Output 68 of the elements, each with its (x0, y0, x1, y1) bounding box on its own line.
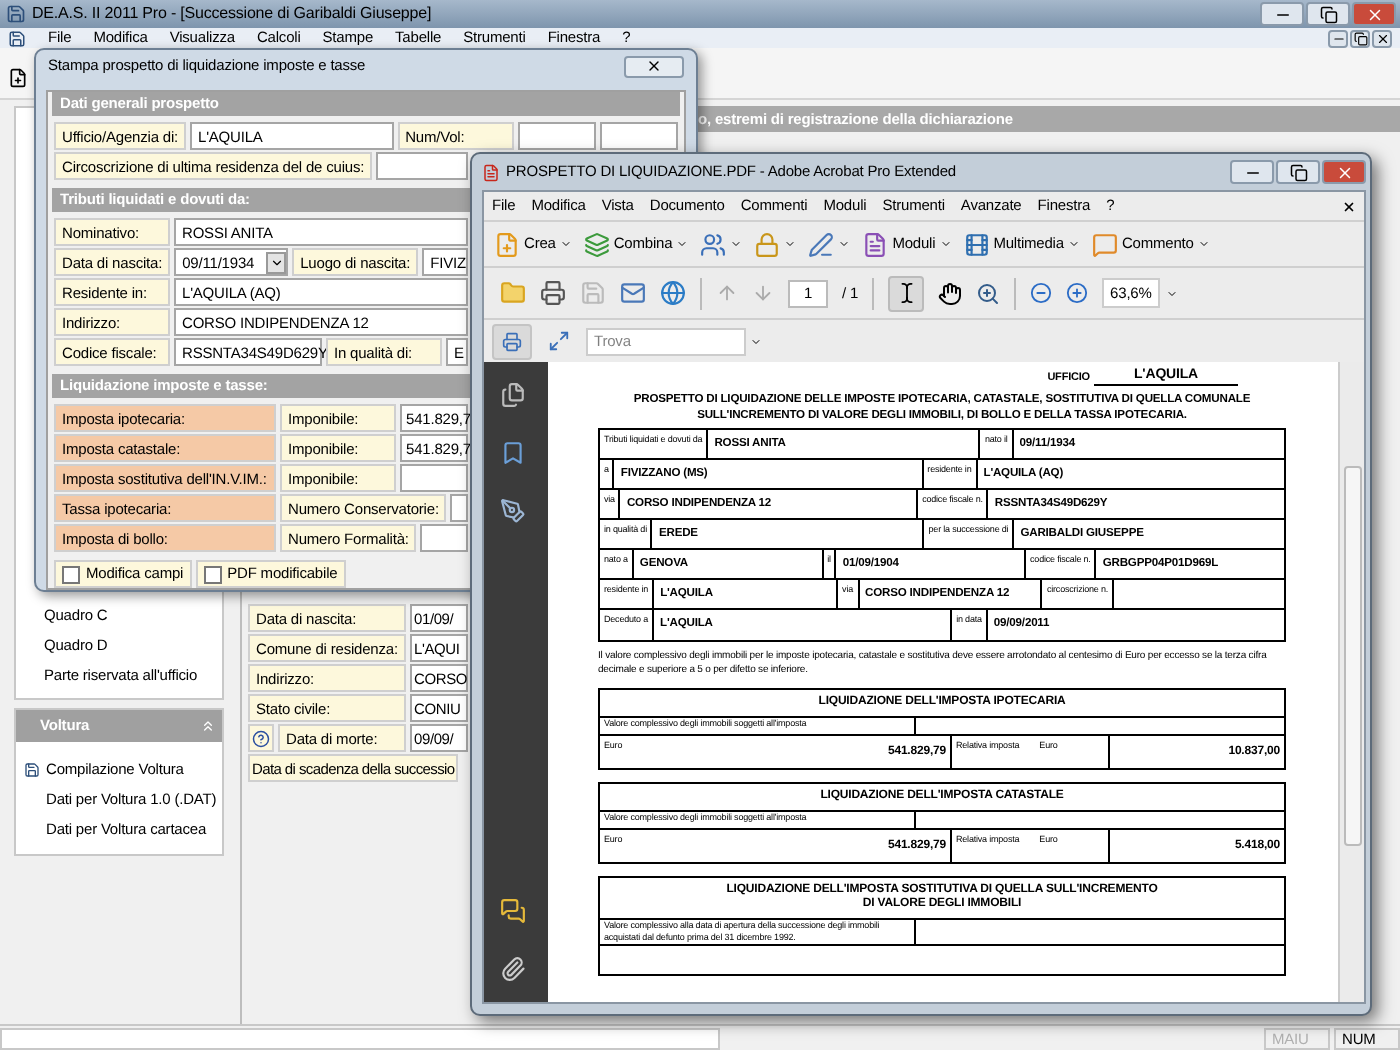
close-icon[interactable] (1342, 199, 1356, 213)
paperclip-icon[interactable] (499, 956, 525, 982)
globe-icon[interactable] (660, 280, 686, 306)
close-icon (1375, 31, 1389, 45)
restore-icon (1289, 163, 1307, 181)
checkbox[interactable] (203, 565, 222, 583)
signature-icon[interactable] (499, 498, 525, 524)
help-icon (252, 729, 270, 747)
caret-icon (559, 238, 572, 250)
toolbar-dropdown[interactable] (808, 231, 851, 257)
padlock-icon (754, 231, 781, 257)
close-icon (1365, 5, 1383, 23)
close-button[interactable] (1372, 29, 1392, 47)
minimize-button[interactable] (1328, 29, 1348, 47)
pen-icon (808, 231, 835, 257)
mail-icon[interactable] (620, 280, 646, 306)
form-icon (862, 231, 889, 257)
document-window-icon (8, 29, 26, 47)
new-document-icon[interactable] (8, 67, 28, 87)
comments-icon[interactable] (499, 898, 525, 924)
close-icon (646, 58, 662, 74)
caret-icon (730, 238, 743, 250)
caret-icon (269, 255, 284, 269)
restore-icon (1353, 31, 1367, 45)
select-tool-button[interactable] (888, 275, 925, 311)
input-field[interactable] (517, 122, 596, 150)
caret-icon (784, 238, 797, 250)
fit-page-icon[interactable] (548, 330, 570, 352)
restore-button[interactable] (1350, 29, 1370, 47)
input-field[interactable] (450, 494, 468, 522)
speech-bubble-icon (1091, 231, 1118, 257)
document-icon (494, 231, 520, 257)
bookmark-icon[interactable] (499, 440, 525, 466)
zoom-tool-icon[interactable] (976, 281, 1001, 305)
caret-icon (838, 238, 851, 250)
caret-icon (1067, 238, 1080, 250)
restore-icon (1319, 5, 1337, 23)
caret-icon (939, 238, 952, 250)
help-button[interactable] (248, 724, 274, 752)
hand-icon[interactable] (938, 281, 963, 305)
zoom-out-icon[interactable] (1030, 282, 1053, 304)
printer-icon[interactable] (540, 280, 566, 306)
collapse-icon[interactable] (200, 718, 216, 734)
people-icon (700, 231, 727, 257)
caret-icon[interactable] (1165, 287, 1178, 299)
minimize-button[interactable] (1230, 160, 1274, 184)
window-title: DE.A.S. II 2011 Pro - [Successione di Garibaldi Giuseppe] (32, 2, 432, 26)
caret-icon (676, 238, 689, 250)
input-field[interactable] (599, 122, 678, 150)
restore-button[interactable] (1276, 160, 1320, 184)
toolbar-dropdown[interactable] (754, 231, 797, 257)
pdf-file-icon (482, 163, 500, 181)
caret-icon (1197, 238, 1210, 250)
panel-toggle-button[interactable] (492, 323, 532, 359)
checkbox[interactable] (62, 565, 80, 583)
caret-icon[interactable] (750, 335, 762, 347)
close-icon (1335, 163, 1353, 181)
film-icon (963, 231, 990, 257)
input-field[interactable] (420, 524, 468, 552)
pages-icon[interactable] (499, 382, 525, 408)
zoom-in-icon[interactable] (1066, 282, 1089, 304)
input-field[interactable] (376, 152, 468, 180)
toolbar-dropdown[interactable] (700, 231, 743, 257)
input-field[interactable] (400, 464, 468, 492)
minimize-button[interactable] (1260, 2, 1304, 26)
restore-button[interactable] (1306, 2, 1350, 26)
app-icon (6, 4, 26, 24)
dropdown-button[interactable] (266, 251, 287, 273)
